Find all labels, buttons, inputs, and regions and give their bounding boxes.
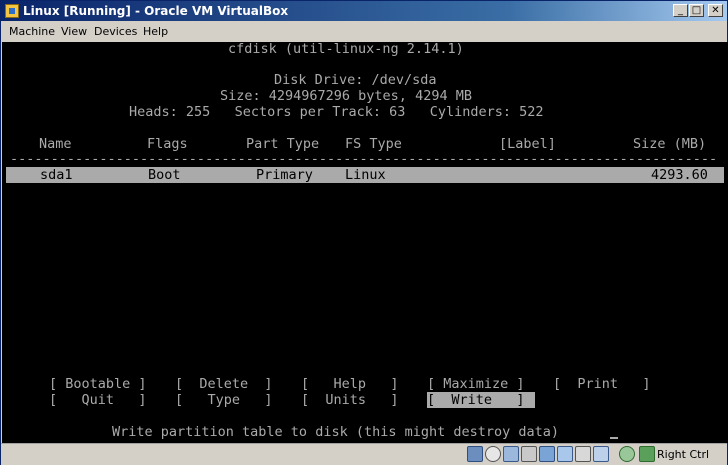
units-button[interactable]: [ Units ] [301, 392, 399, 408]
title-bar[interactable]: Linux [Running] - Oracle VM VirtualBox _… [1, 1, 727, 21]
disk-geometry-line: Heads: 255 Sectors per Track: 63 Cylinde… [129, 104, 544, 120]
shared-folders-icon[interactable] [557, 446, 573, 462]
column-header-flags: Flags [147, 136, 188, 152]
column-header-label: [Label] [499, 136, 556, 152]
video-capture-icon[interactable] [593, 446, 609, 462]
vm-console-screen[interactable]: cfdisk (util-linux-ng 2.14.1) Disk Drive… [2, 42, 728, 443]
host-key-label: Right Ctrl [657, 448, 710, 461]
window-title: Linux [Running] - Oracle VM VirtualBox [23, 4, 289, 18]
print-button[interactable]: [ Print ] [553, 376, 651, 392]
column-header-part-type: Part Type [246, 136, 320, 152]
partition-fs-type: Linux [345, 167, 386, 183]
status-bar: Right Ctrl [1, 443, 727, 465]
menu-machine[interactable]: Machine [9, 25, 55, 38]
menu-devices[interactable]: Devices [94, 25, 137, 38]
status-message: Write partition table to disk (this migh… [112, 424, 560, 440]
column-header-fs-type: FS Type [345, 136, 402, 152]
header-separator: ----------------------------------------… [10, 151, 718, 167]
quit-button[interactable]: [ Quit ] [49, 392, 147, 408]
floppy-icon[interactable] [503, 446, 519, 462]
partition-row[interactable]: sda1 Boot Primary Linux 4293.60 [6, 167, 724, 183]
bootable-button[interactable]: [ Bootable ] [49, 376, 147, 392]
disk-drive-line: Disk Drive: /dev/sda [274, 72, 437, 88]
minimize-button[interactable]: _ [673, 4, 688, 17]
mouse-integration-icon[interactable] [619, 446, 635, 462]
maximize-partition-button[interactable]: [ Maximize ] [427, 376, 525, 392]
text-cursor [610, 437, 618, 439]
help-button[interactable]: [ Help ] [301, 376, 399, 392]
cfdisk-header: cfdisk (util-linux-ng 2.14.1) [228, 42, 464, 57]
column-header-name: Name [39, 136, 72, 152]
partition-part-type: Primary [256, 167, 313, 183]
virtualbox-app-icon [5, 4, 19, 18]
partition-name: sda1 [40, 167, 73, 183]
write-button[interactable]: [ Write ] [427, 392, 525, 408]
type-button[interactable]: [ Type ] [175, 392, 273, 408]
menu-view[interactable]: View [61, 25, 87, 38]
partition-flags: Boot [148, 167, 181, 183]
hard-disk-icon[interactable] [467, 446, 483, 462]
disk-size-line: Size: 4294967296 bytes, 4294 MB [220, 88, 472, 104]
delete-button[interactable]: [ Delete ] [175, 376, 273, 392]
host-key-arrow-icon [639, 446, 655, 462]
partition-size: 4293.60 [651, 167, 708, 183]
usb-icon[interactable] [521, 446, 537, 462]
virtualbox-window: Linux [Running] - Oracle VM VirtualBox _… [0, 0, 728, 465]
display-icon[interactable] [575, 446, 591, 462]
maximize-button[interactable]: □ [689, 4, 704, 17]
network-icon[interactable] [539, 446, 555, 462]
menu-bar: Machine View Devices Help [1, 21, 727, 42]
cd-dvd-icon[interactable] [485, 446, 501, 462]
menu-help[interactable]: Help [143, 25, 168, 38]
close-button[interactable]: ✕ [708, 4, 723, 17]
column-header-size: Size (MB) [633, 136, 707, 152]
